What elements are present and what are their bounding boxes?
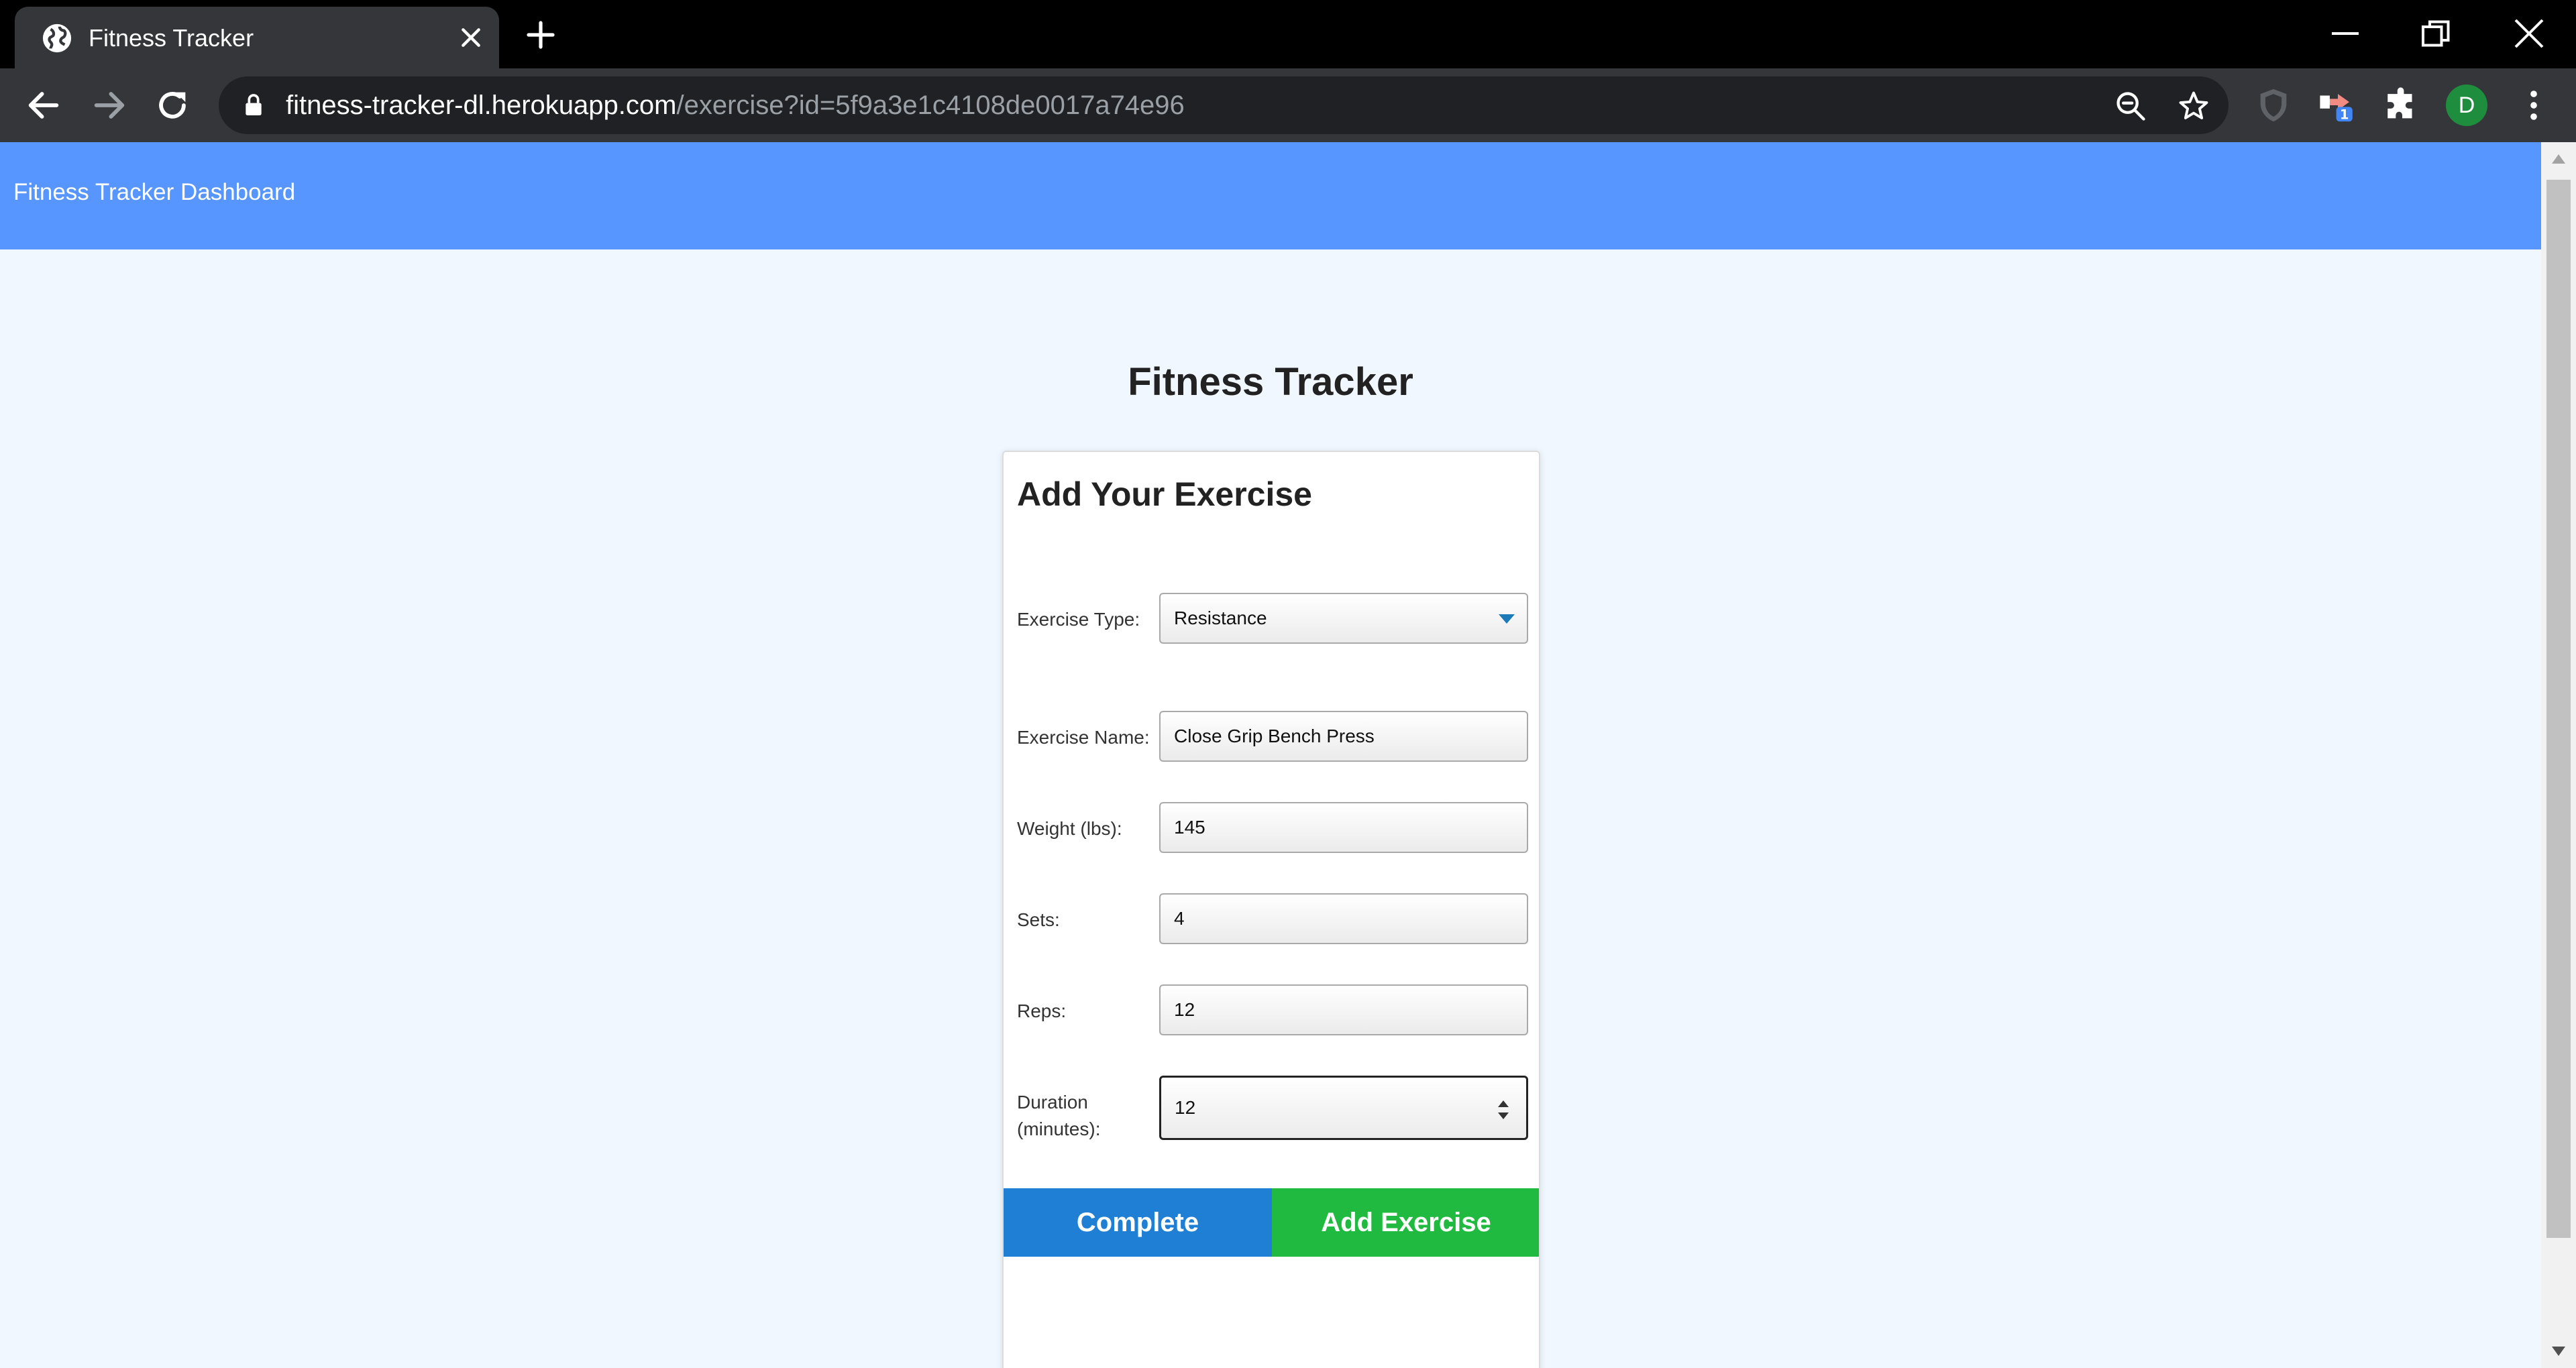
browser-tab[interactable]: Fitness Tracker [15, 7, 499, 68]
exercise-type-value: Resistance [1174, 608, 1267, 628]
page-viewport: Fitness Tracker Dashboard Fitness Tracke… [0, 142, 2541, 1368]
scroll-up-icon[interactable] [2552, 154, 2565, 164]
add-exercise-button[interactable]: Add Exercise [1272, 1188, 1539, 1257]
extension-badge-count: 1 [2340, 107, 2349, 123]
exercise-type-select[interactable]: Resistance [1159, 593, 1528, 644]
close-tab-icon[interactable] [458, 24, 484, 51]
form-heading: Add Your Exercise [1017, 475, 1312, 513]
page-title: Fitness Tracker [1128, 360, 1413, 404]
scroll-down-icon[interactable] [2552, 1347, 2565, 1356]
chevron-down-icon [1499, 614, 1515, 624]
exercise-form-card: Add Your Exercise Exercise Type: Resista… [1002, 451, 1540, 1368]
duration-label-line2: (minutes): [1017, 1119, 1101, 1139]
exercise-name-label: Exercise Name: [1017, 727, 1150, 748]
forward-icon[interactable] [90, 86, 129, 125]
complete-button[interactable]: Complete [1004, 1188, 1272, 1257]
weight-input[interactable]: 145 [1159, 802, 1528, 853]
new-tab-icon[interactable] [525, 19, 557, 51]
shield-icon[interactable] [2254, 86, 2293, 125]
reps-label: Reps: [1017, 1001, 1067, 1021]
profile-avatar[interactable]: D [2446, 84, 2487, 126]
extension-badge-icon[interactable]: 1 [2318, 86, 2357, 125]
globe-icon [42, 23, 72, 53]
close-window-icon[interactable] [2509, 13, 2549, 54]
scrollbar-thumb[interactable] [2546, 180, 2571, 1238]
back-icon[interactable] [24, 86, 63, 125]
exercise-type-label: Exercise Type: [1017, 609, 1140, 630]
page-scrollbar[interactable] [2541, 142, 2576, 1368]
puzzle-icon[interactable] [2383, 86, 2422, 125]
zoom-out-icon[interactable] [2113, 89, 2148, 123]
browser-tabstrip: Fitness Tracker [0, 0, 2576, 68]
minimize-icon[interactable] [2325, 13, 2365, 54]
reps-input[interactable]: 12 [1159, 984, 1528, 1035]
duration-input[interactable]: 12 [1159, 1076, 1528, 1140]
exercise-name-input[interactable]: Close Grip Bench Press [1159, 711, 1528, 762]
sets-label: Sets: [1017, 909, 1060, 930]
restore-icon[interactable] [2416, 13, 2457, 54]
url-text[interactable]: fitness-tracker-dl.herokuapp.com/exercis… [286, 87, 1185, 123]
reload-icon[interactable] [153, 86, 192, 125]
spinner-arrows-icon[interactable] [1498, 1100, 1509, 1119]
browser-toolbar: fitness-tracker-dl.herokuapp.com/exercis… [0, 68, 2576, 142]
duration-label: Duration (minutes): [1017, 1089, 1100, 1143]
address-bar[interactable]: fitness-tracker-dl.herokuapp.com/exercis… [219, 76, 2229, 134]
sets-input[interactable]: 4 [1159, 893, 1528, 944]
navbar-brand-link[interactable]: Fitness Tracker Dashboard [13, 176, 295, 209]
url-host: fitness-tracker-dl.herokuapp.com [286, 91, 677, 120]
weight-label: Weight (lbs): [1017, 818, 1122, 839]
duration-value: 12 [1175, 1097, 1196, 1118]
kebab-menu-icon[interactable] [2514, 86, 2553, 125]
navbar: Fitness Tracker Dashboard [0, 142, 2541, 249]
lock-icon[interactable] [240, 91, 267, 119]
duration-label-line1: Duration [1017, 1092, 1088, 1113]
star-icon[interactable] [2176, 89, 2211, 123]
tab-title: Fitness Tracker [89, 24, 254, 52]
url-path: /exercise?id=5f9a3e1c4108de0017a74e96 [676, 91, 1185, 120]
